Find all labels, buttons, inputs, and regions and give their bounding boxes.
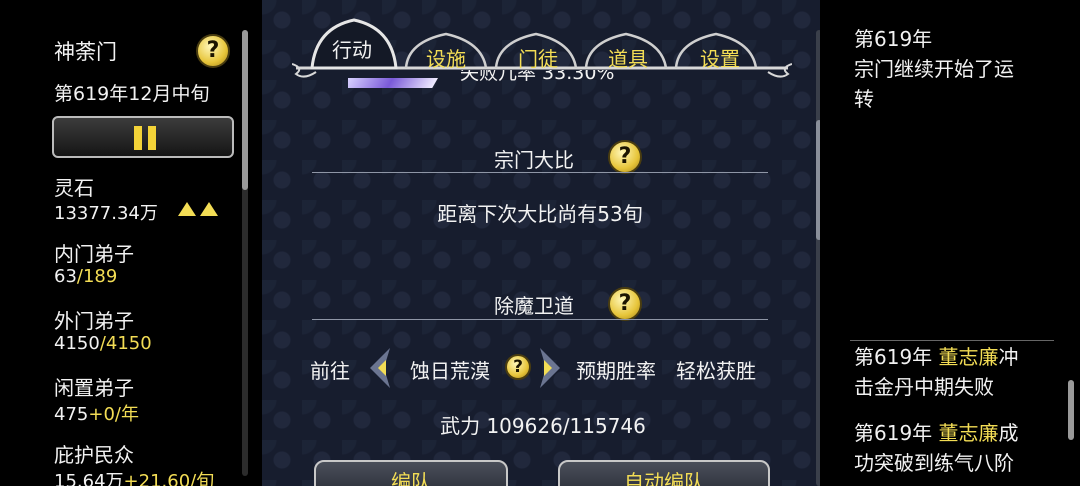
power-value: 武力 109626/115746 xyxy=(440,414,646,438)
location-help-icon[interactable]: ? xyxy=(505,354,531,380)
idle-disciples-value: 475+0/年 xyxy=(54,404,139,425)
tournament-divider xyxy=(312,172,768,173)
inner-disciples-value: 63/189 xyxy=(54,266,118,287)
auto-team-button[interactable]: 自动编队 xyxy=(558,460,770,486)
log-scrollbar[interactable] xyxy=(1068,380,1074,440)
win-rate-label: 预期胜率 xyxy=(576,359,656,383)
left-scrollbar[interactable] xyxy=(242,30,248,476)
tournament-info: 距离下次大比尚有53旬 xyxy=(437,202,643,226)
protected-people-label: 庇护民众 xyxy=(54,443,134,467)
pause-icon xyxy=(134,126,142,150)
tab-settings[interactable]: 设置 xyxy=(700,43,740,72)
log-entry: 第619年 董志廉成 功突破到练气八阶 xyxy=(854,421,1019,475)
spirit-stone-label: 灵石 xyxy=(54,176,94,200)
log-entry: 第619年 宗门继续开始了运 转 xyxy=(854,27,1014,111)
tournament-help-icon[interactable]: ? xyxy=(608,140,642,174)
sect-name: 神荼门 xyxy=(54,40,117,64)
increase-arrows-icon xyxy=(178,202,218,216)
spirit-stone-value: 13377.34万 xyxy=(54,203,158,224)
demon-help-icon[interactable]: ? xyxy=(608,287,642,321)
tournament-title: 宗门大比 xyxy=(494,148,574,172)
tab-items[interactable]: 道具 xyxy=(608,43,648,72)
scrolled-item-image xyxy=(348,78,438,100)
event-log-panel: 第619年 宗门继续开始了运 转 第619年 董志廉冲 击金丹中期失败 第619… xyxy=(820,0,1080,486)
help-icon[interactable]: ? xyxy=(196,34,230,68)
win-rate-value: 轻松获胜 xyxy=(676,359,756,383)
tab-disciples[interactable]: 门徒 xyxy=(518,43,558,72)
game-date: 第619年12月中旬 xyxy=(54,83,210,105)
next-location-icon[interactable] xyxy=(536,346,564,390)
previous-location-icon[interactable] xyxy=(366,346,394,390)
location-name: 蚀日荒漠 xyxy=(410,359,490,383)
inner-disciples-label: 内门弟子 xyxy=(54,242,134,266)
idle-disciples-label: 闲置弟子 xyxy=(54,376,134,400)
tab-action[interactable]: 行动 xyxy=(332,34,372,63)
outer-disciples-label: 外门弟子 xyxy=(54,309,134,333)
main-content: 失败几率 33.30% 行动 设施 门徒 道具 设置 宗门大比 ? 距离下次大比… xyxy=(262,0,820,486)
outer-disciples-value: 4150/4150 xyxy=(54,333,152,354)
protected-people-value: 15.64万+21.60/旬 xyxy=(54,471,215,486)
demon-title: 除魔卫道 xyxy=(494,294,574,318)
tab-bar: 行动 设施 门徒 道具 设置 xyxy=(292,6,792,78)
demon-divider xyxy=(312,319,768,320)
team-button[interactable]: 编队 xyxy=(314,460,508,486)
log-divider xyxy=(850,340,1054,341)
sect-status-panel: 神荼门 ? 第619年12月中旬 灵石 13377.34万 内门弟子 63/18… xyxy=(0,0,262,486)
tab-facilities[interactable]: 设施 xyxy=(426,43,466,72)
log-entry: 第619年 董志廉冲 击金丹中期失败 xyxy=(854,345,1019,399)
go-label: 前往 xyxy=(310,359,350,383)
pause-button[interactable] xyxy=(52,116,234,158)
